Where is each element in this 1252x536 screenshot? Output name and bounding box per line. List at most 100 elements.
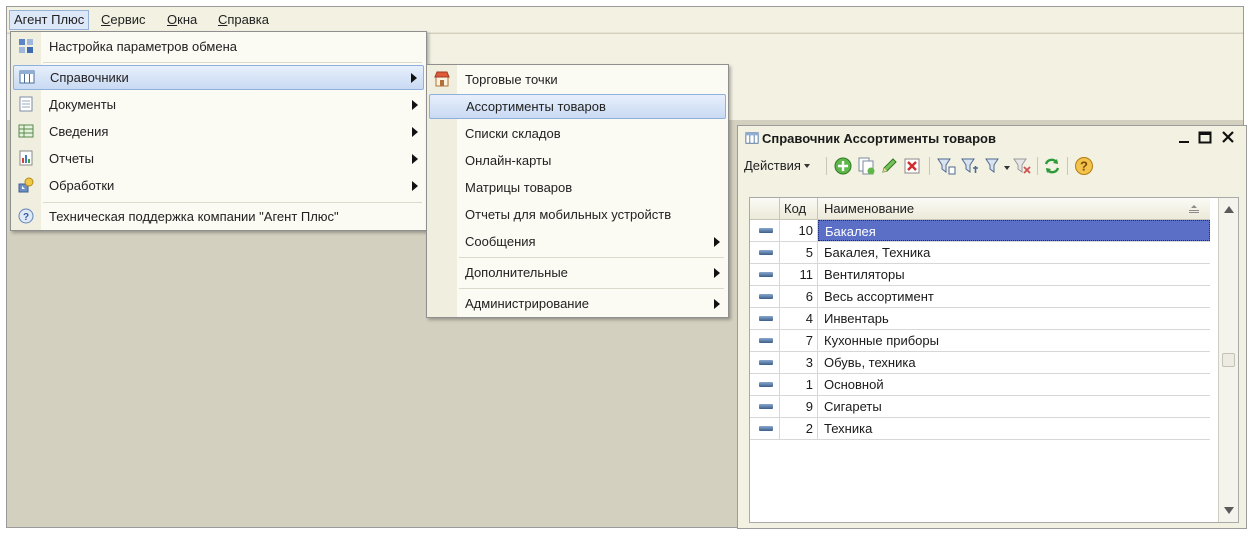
menubar-agent-plus-label: Агент Плюс (14, 12, 85, 27)
row-icon-cell (750, 220, 780, 241)
scroll-up-icon[interactable] (1224, 206, 1234, 213)
filter-dropdown-caret-icon[interactable] (1004, 166, 1010, 170)
filter-clear-icon[interactable] (1012, 156, 1032, 176)
delete-icon[interactable] (902, 156, 922, 176)
menu-item-info[interactable]: Сведения (13, 119, 424, 144)
table-row[interactable]: 4 Инвентарь (750, 308, 1210, 330)
exchange-settings-icon (19, 39, 33, 53)
row-name: Вентиляторы (824, 267, 905, 282)
submenu-arrow-icon (412, 154, 418, 164)
row-code: 9 (780, 396, 818, 417)
menu-item-label: Онлайн-карты (465, 153, 552, 168)
row-icon-cell (750, 352, 780, 373)
submenu-item-warehouse-lists[interactable]: Списки складов (429, 121, 726, 146)
catalogs-submenu: Торговые точки Ассортименты товаров Спис… (426, 64, 729, 318)
catalog-icon (19, 70, 35, 84)
menubar-agent-plus[interactable]: Агент Плюс (9, 10, 90, 30)
submenu-item-online-maps[interactable]: Онлайн-карты (429, 148, 726, 173)
row-name: Бакалея (818, 220, 1210, 241)
help-icon[interactable]: ? (1074, 156, 1094, 176)
menu-item-exchange-settings[interactable]: Настройка параметров обмена (13, 34, 424, 59)
submenu-item-administration[interactable]: Администрирование (429, 291, 726, 316)
menu-item-label: Отчеты (49, 151, 94, 166)
actions-dropdown[interactable]: Действия (744, 158, 810, 173)
menu-item-label: Торговые точки (465, 72, 558, 87)
table-row[interactable]: 6 Весь ассортимент (750, 286, 1210, 308)
close-icon[interactable] (1220, 129, 1236, 145)
menu-separator (43, 62, 422, 63)
menubar-help[interactable]: Справка (213, 10, 274, 30)
menu-item-label: Дополнительные (465, 265, 568, 280)
catalog-item-icon (759, 382, 773, 387)
row-icon-cell (750, 374, 780, 395)
submenu-item-additional[interactable]: Дополнительные (429, 260, 726, 285)
menu-item-label: Настройка параметров обмена (49, 39, 237, 54)
table-row[interactable]: 2 Техника (750, 418, 1210, 440)
menubar-service[interactable]: Сервис (96, 10, 151, 30)
assortment-catalog-window: Справочник Ассортименты товаров Действия (737, 125, 1247, 529)
submenu-arrow-icon (714, 268, 720, 278)
copy-icon[interactable] (856, 156, 876, 176)
menu-item-processing[interactable]: Обработки (13, 173, 424, 198)
submenu-arrow-icon (412, 181, 418, 191)
filter-set-icon[interactable] (936, 156, 956, 176)
menubar-windows[interactable]: Окна (162, 10, 202, 30)
window-title-bar[interactable]: Справочник Ассортименты товаров (738, 126, 1246, 150)
table-row[interactable]: 9 Сигареты (750, 396, 1210, 418)
menu-item-tech-support[interactable]: ? Техническая поддержка компании "Агент … (13, 204, 424, 229)
document-icon (19, 96, 33, 112)
menu-item-label: Списки складов (465, 126, 561, 141)
submenu-arrow-icon (714, 237, 720, 247)
table-row[interactable]: 7 Кухонные приборы (750, 330, 1210, 352)
maximize-icon[interactable] (1197, 129, 1213, 145)
row-code: 1 (780, 374, 818, 395)
menu-item-label: Матрицы товаров (465, 180, 573, 195)
submenu-item-product-matrices[interactable]: Матрицы товаров (429, 175, 726, 200)
store-icon (434, 71, 450, 87)
table-row[interactable]: 10 Бакалея (750, 220, 1210, 242)
submenu-item-mobile-reports[interactable]: Отчеты для мобильных устройств (429, 202, 726, 227)
toolbar-separator (1067, 157, 1068, 175)
catalog-icon (745, 132, 759, 144)
agent-plus-menu: Настройка параметров обмена Справочники … (10, 31, 427, 231)
table-row[interactable]: 3 Обувь, техника (750, 352, 1210, 374)
row-name: Бакалея, Техника (824, 245, 931, 260)
mnemonic-letter: С (101, 12, 111, 27)
menu-item-catalogs[interactable]: Справочники (13, 65, 424, 90)
submenu-item-trade-points[interactable]: Торговые точки (429, 67, 726, 92)
menu-item-label: Ассортименты товаров (466, 99, 606, 114)
vertical-scrollbar[interactable] (1218, 198, 1238, 522)
header-code[interactable]: Код (780, 198, 818, 220)
catalog-item-icon (759, 316, 773, 321)
row-icon-cell (750, 308, 780, 329)
add-icon[interactable] (833, 156, 853, 176)
menu-item-reports[interactable]: Отчеты (13, 146, 424, 171)
scroll-thumb[interactable] (1222, 353, 1235, 367)
submenu-item-assortments[interactable]: Ассортименты товаров (429, 94, 726, 119)
row-name: Основной (824, 377, 884, 392)
table-row[interactable]: 1 Основной (750, 374, 1210, 396)
table-row[interactable]: 5 Бакалея, Техника (750, 242, 1210, 264)
header-icon-column[interactable] (750, 198, 780, 220)
menubar-help-label: правка (227, 12, 269, 27)
menu-item-label: Сведения (49, 124, 109, 139)
menubar-service-label: ервис (110, 12, 146, 27)
scroll-down-icon[interactable] (1224, 507, 1234, 514)
info-table-icon (18, 124, 34, 138)
refresh-icon[interactable] (1042, 156, 1062, 176)
menu-item-label: Техническая поддержка компании "Агент Пл… (49, 209, 339, 224)
minimize-icon[interactable] (1176, 129, 1192, 145)
submenu-item-messages[interactable]: Сообщения (429, 229, 726, 254)
header-name[interactable]: Наименование (818, 198, 1210, 220)
edit-pencil-icon[interactable] (879, 156, 899, 176)
menu-item-label: Сообщения (465, 234, 536, 249)
filter-by-value-icon[interactable] (960, 156, 980, 176)
row-icon-cell (750, 330, 780, 351)
catalog-item-icon (759, 426, 773, 431)
row-code: 11 (780, 264, 818, 285)
menu-item-documents[interactable]: Документы (13, 92, 424, 117)
table-row[interactable]: 11 Вентиляторы (750, 264, 1210, 286)
submenu-arrow-icon (411, 73, 417, 83)
actions-label: Действия (744, 158, 801, 173)
filter-history-icon[interactable] (984, 156, 1004, 176)
